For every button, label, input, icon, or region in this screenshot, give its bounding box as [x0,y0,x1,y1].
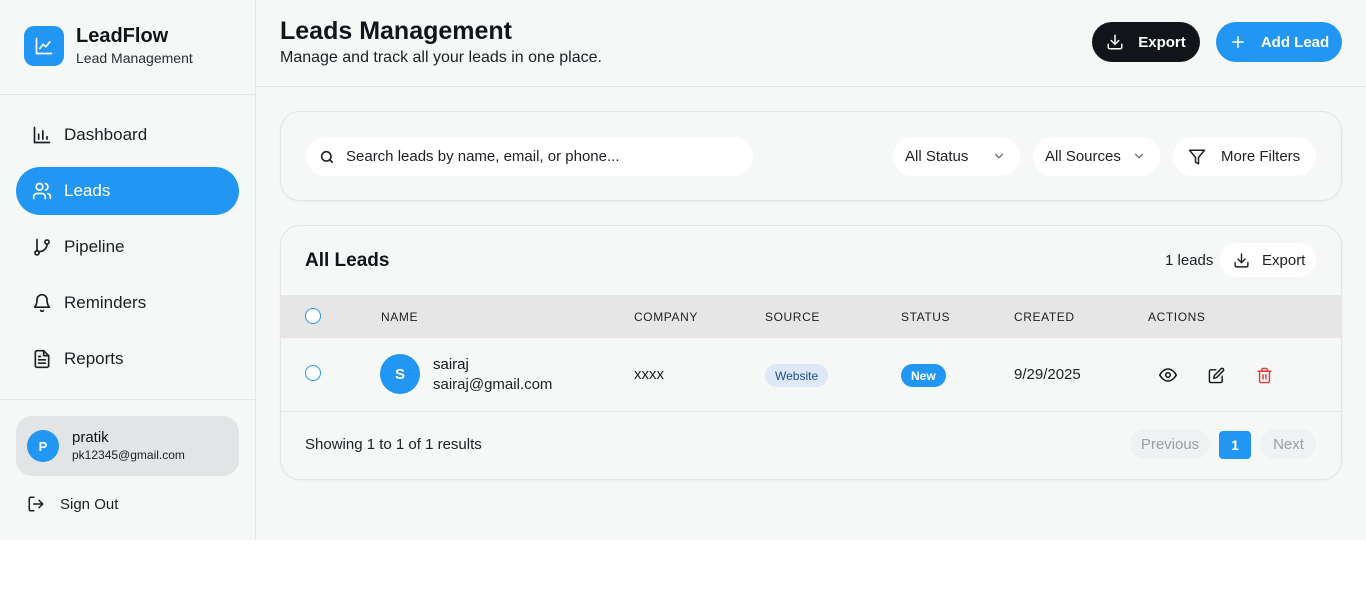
chart-line-icon [24,25,64,66]
export-button[interactable]: Export [1092,22,1200,62]
lead-name[interactable]: sairaj [433,356,469,373]
users-icon [32,181,52,201]
lead-company: xxxx [634,366,664,383]
chevron-down-icon [1134,153,1144,159]
source-select[interactable]: All Sources [1033,137,1160,176]
status-select-value: All Status [905,148,969,165]
page-title: Leads Management [280,17,513,45]
table-header: NAME COMPANY SOURCE STATUS CREATED ACTIO… [281,295,1341,338]
sign-out-label: Sign Out [60,495,119,513]
sign-out-button[interactable]: Sign Out [26,494,118,514]
lead-created-date: 9/29/2025 [1014,366,1081,383]
download-icon [1232,251,1250,269]
avatar: P [27,430,59,462]
more-filters-label: More Filters [1221,148,1301,165]
results-summary: Showing 1 to 1 of 1 results [305,436,482,453]
user-email: pk12345@gmail.com [72,448,185,462]
sidebar-item-label: Pipeline [64,237,125,256]
sidebar-divider [0,94,255,95]
file-text-icon [32,349,52,369]
search-input[interactable] [346,148,736,165]
user-card[interactable]: P pratik pk12345@gmail.com [16,416,239,476]
plus-icon [1229,33,1247,51]
select-all-radio[interactable] [305,308,321,324]
column-header-name[interactable]: NAME [381,310,418,324]
row-select-radio[interactable] [305,365,321,381]
user-name: pratik [72,429,109,446]
delete-icon[interactable] [1254,365,1274,385]
sidebar-item-label: Reminders [64,293,147,312]
sidebar: LeadFlow Lead Management Dashboard Leads [0,0,256,540]
search-icon [318,148,336,166]
filter-icon [1188,148,1206,166]
brand-name: LeadFlow [76,25,169,47]
page-subtitle: Manage and track all your leads in one p… [280,49,602,66]
bar-chart-icon [32,125,52,145]
app-shell: LeadFlow Lead Management Dashboard Leads [0,0,1366,540]
sidebar-item-reports[interactable]: Reports [16,335,239,383]
leads-title: All Leads [305,250,390,271]
page-header: Leads Management Manage and track all yo… [256,0,1366,87]
table-row[interactable]: S sairaj sairaj@gmail.com xxxx Website N… [281,338,1341,412]
lead-email: sairaj@gmail.com [433,376,553,393]
bell-icon [32,293,52,313]
sidebar-item-leads[interactable]: Leads [16,167,239,215]
page-number-button[interactable]: 1 [1219,431,1251,459]
git-branch-icon [32,237,52,257]
filter-card: All Status All Sources More Filters [280,111,1342,201]
source-select-value: All Sources [1045,148,1121,165]
chevron-down-icon [994,153,1004,159]
brand-subtitle: Lead Management [76,50,193,66]
table-export-button[interactable]: Export [1220,243,1316,277]
column-header-source[interactable]: SOURCE [765,310,820,324]
sidebar-item-dashboard[interactable]: Dashboard [16,111,239,159]
more-filters-button[interactable]: More Filters [1173,137,1316,176]
edit-icon[interactable] [1206,365,1226,385]
log-out-icon [26,494,46,514]
column-header-status[interactable]: STATUS [901,310,950,324]
sidebar-item-label: Leads [64,181,111,200]
export-label: Export [1138,33,1186,51]
column-header-company[interactable]: COMPANY [634,310,698,324]
table-export-label: Export [1262,251,1306,269]
sidebar-divider [0,399,255,400]
sidebar-item-label: Reports [64,349,124,368]
add-lead-label: Add Lead [1260,33,1330,51]
lead-avatar: S [380,354,420,394]
leads-count: 1 leads [1165,252,1214,269]
view-icon[interactable] [1158,365,1178,385]
status-select[interactable]: All Status [893,137,1020,176]
sidebar-item-reminders[interactable]: Reminders [16,279,239,327]
previous-page-button[interactable]: Previous [1130,429,1210,459]
column-header-created[interactable]: CREATED [1014,310,1075,324]
download-icon [1106,33,1124,51]
sidebar-item-label: Dashboard [64,125,148,144]
leads-card: All Leads 1 leads Export NAME COMPANY SO… [280,225,1342,480]
search-box[interactable] [306,137,753,176]
source-badge: Website [765,364,829,387]
sidebar-item-pipeline[interactable]: Pipeline [16,223,239,271]
add-lead-button[interactable]: Add Lead [1216,22,1342,62]
next-page-button[interactable]: Next [1261,429,1316,459]
brand[interactable]: LeadFlow Lead Management [24,24,193,67]
sidebar-nav: Dashboard Leads Pipeline Reminders Repor… [16,111,239,391]
column-header-actions: ACTIONS [1148,310,1206,324]
status-badge: New [901,364,946,387]
